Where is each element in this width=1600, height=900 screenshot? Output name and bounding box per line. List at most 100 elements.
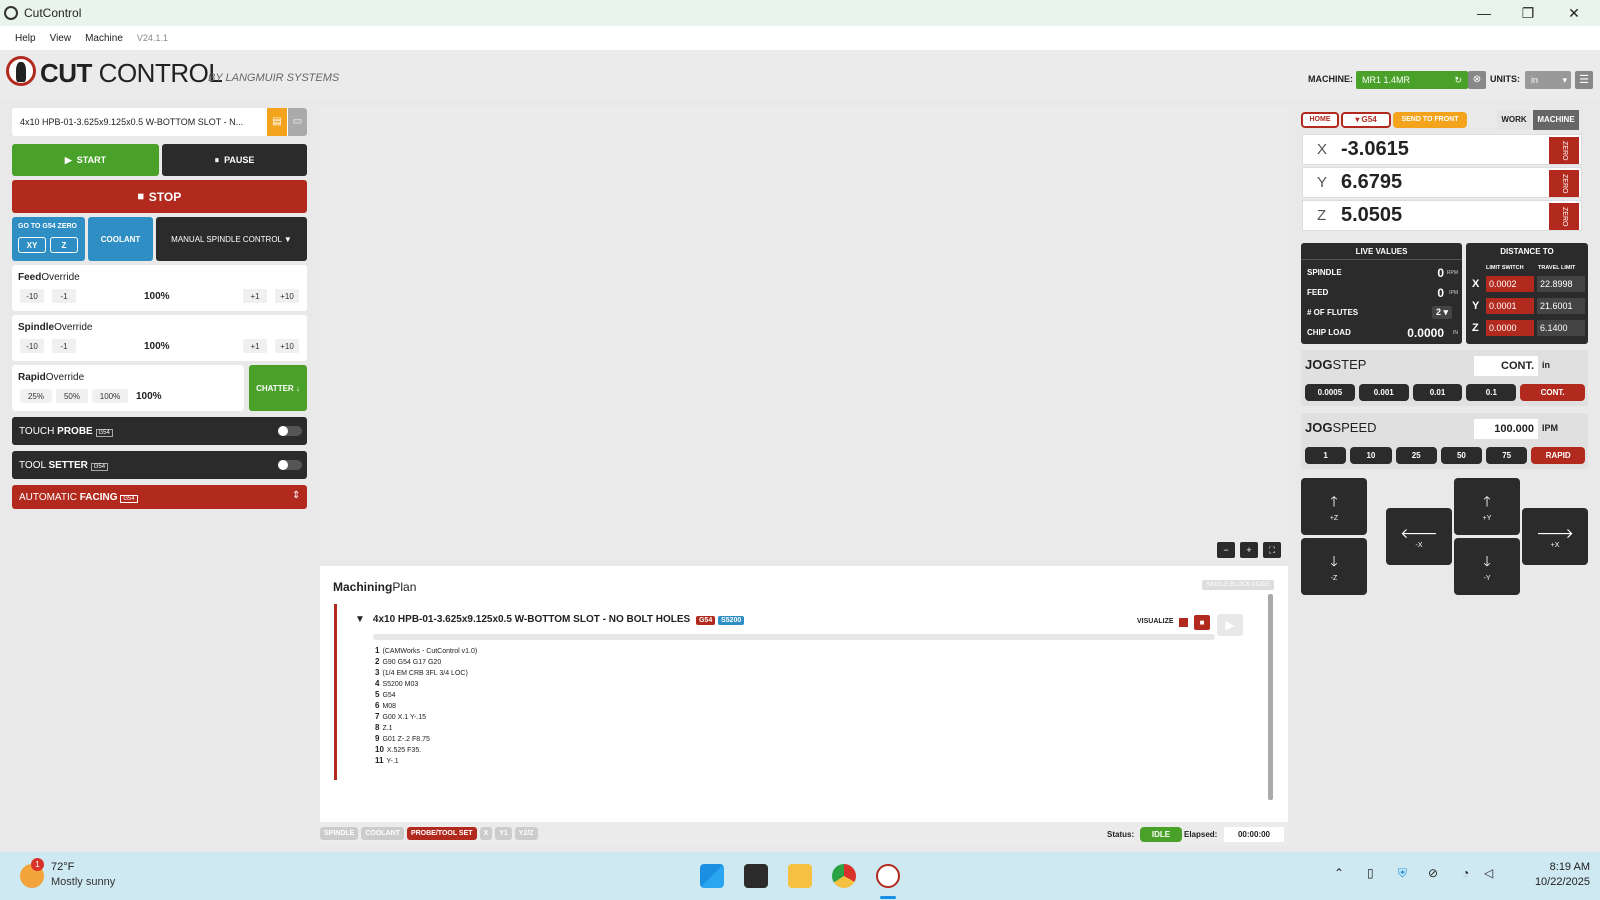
disconnect-icon[interactable]: ⊗: [1468, 71, 1486, 89]
plan-scrollbar[interactable]: [1268, 594, 1273, 800]
gcode-line[interactable]: 5 G54: [375, 690, 1210, 701]
machine-select[interactable]: MR1 1.4MR ↻: [1356, 71, 1468, 89]
gcode-line[interactable]: 7 G00 X.1 Y-.15: [375, 712, 1210, 723]
jog-speed-10[interactable]: 10: [1350, 447, 1392, 464]
status-tab-spindle[interactable]: SPINDLE: [320, 827, 359, 840]
start-menu-icon[interactable]: [700, 864, 724, 888]
manual-spindle-button[interactable]: MANUAL SPINDLE CONTROL ▼: [156, 217, 307, 261]
gcode-line[interactable]: 8 Z.1: [375, 723, 1210, 734]
zoom-out-icon[interactable]: −: [1217, 542, 1235, 558]
run-block-icon[interactable]: ▶: [1217, 614, 1243, 636]
jog-x-minus-button[interactable]: 🡐 -X: [1386, 508, 1452, 565]
jog-step-cont-[interactable]: CONT.: [1520, 384, 1585, 401]
send-to-front-button[interactable]: SEND TO FRONT: [1393, 112, 1467, 128]
wcs-select[interactable]: ▾ G54: [1341, 112, 1391, 128]
gcode-line[interactable]: 6 M08: [375, 701, 1210, 712]
tool-setter-toggle[interactable]: [278, 460, 302, 470]
rapid-50-button[interactable]: 50%: [56, 389, 88, 403]
refresh-icon[interactable]: ↻: [1454, 71, 1462, 89]
spindle-plus10-button[interactable]: +10: [275, 339, 299, 353]
rapid-100-button[interactable]: 100%: [92, 389, 128, 403]
3d-viewport[interactable]: [320, 106, 1288, 560]
auto-facing-row[interactable]: AUTOMATIC FACING G54 ⇕: [12, 485, 307, 509]
cutcontrol-taskbar-icon[interactable]: [876, 864, 900, 888]
delete-icon[interactable]: ■: [1194, 615, 1210, 630]
jog-z-minus-button[interactable]: 🡓 -Z: [1301, 538, 1367, 595]
touch-probe-toggle[interactable]: [278, 426, 302, 436]
units-select[interactable]: in ▾: [1525, 71, 1571, 89]
file-explorer-icon[interactable]: [788, 864, 812, 888]
folder-icon[interactable]: ▭: [288, 108, 307, 136]
gcode-line[interactable]: 10 X.525 F35.: [375, 745, 1210, 756]
minimize-button[interactable]: —: [1462, 0, 1506, 26]
program-header[interactable]: ▼ 4x10 HPB-01-3.625x9.125x0.5 W-BOTTOM SL…: [355, 614, 745, 625]
feed-minus10-button[interactable]: -10: [20, 289, 44, 303]
menu-machine[interactable]: Machine: [85, 33, 123, 44]
jog-y-minus-button[interactable]: 🡓 -Y: [1454, 538, 1520, 595]
network-off-icon[interactable]: ⊘: [1428, 866, 1438, 880]
zoom-in-icon[interactable]: +: [1240, 542, 1258, 558]
jog-y-plus-button[interactable]: 🡑 +Y: [1454, 478, 1520, 535]
gcode-line[interactable]: 11 Y-.1: [375, 756, 1210, 767]
jog-step-0-1[interactable]: 0.1: [1466, 384, 1517, 401]
status-tab-y1[interactable]: Y1: [495, 827, 512, 840]
tool-setter-row[interactable]: TOOL SETTER G54: [12, 451, 307, 479]
touch-probe-row[interactable]: TOUCH PROBE G54: [12, 417, 307, 445]
gcode-line[interactable]: 4 S5200 M03: [375, 679, 1210, 690]
gcode-line[interactable]: 9 G01 Z-.2 F8.75: [375, 734, 1210, 745]
jog-step-0-001[interactable]: 0.001: [1358, 384, 1409, 401]
chevron-up-icon[interactable]: ⌃: [1334, 866, 1344, 880]
goto-xy-button[interactable]: XY: [18, 237, 46, 253]
open-file-icon[interactable]: ▤: [267, 108, 287, 136]
hamburger-menu-icon[interactable]: ☰: [1575, 71, 1593, 89]
zero-y-button[interactable]: ZERO: [1549, 170, 1579, 197]
zero-z-button[interactable]: ZERO: [1549, 203, 1579, 230]
machine-coords-tab[interactable]: MACHINE: [1533, 110, 1579, 130]
fit-view-icon[interactable]: ⛶: [1263, 542, 1281, 558]
jog-step-0-0005[interactable]: 0.0005: [1305, 384, 1355, 401]
visualize-checkbox[interactable]: [1179, 618, 1188, 627]
jog-step-value[interactable]: CONT.: [1474, 356, 1538, 376]
jog-step-0-01[interactable]: 0.01: [1412, 384, 1463, 401]
feed-plus10-button[interactable]: +10: [275, 289, 299, 303]
menu-view[interactable]: View: [50, 33, 72, 44]
jog-z-plus-button[interactable]: 🡑 +Z: [1301, 478, 1367, 535]
menu-help[interactable]: Help: [15, 33, 36, 44]
gcode-line[interactable]: 3 (1/4 EM CRB 3FL 3/4 LOC): [375, 668, 1210, 679]
home-button[interactable]: HOME: [1301, 112, 1339, 128]
start-button[interactable]: ▶ START: [12, 144, 159, 176]
close-button[interactable]: ✕: [1552, 0, 1596, 26]
goto-z-button[interactable]: Z: [50, 237, 78, 253]
flutes-select[interactable]: 2 ▾: [1431, 306, 1452, 319]
wifi-icon[interactable]: ◔: [1462, 866, 1469, 880]
pause-button[interactable]: ⏸ PAUSE: [162, 144, 307, 176]
usb-icon[interactable]: ▯: [1367, 866, 1374, 880]
expand-icon[interactable]: ⇕: [292, 490, 300, 501]
jog-speed-50[interactable]: 50: [1440, 447, 1483, 464]
work-coords-tab[interactable]: WORK: [1497, 110, 1531, 130]
status-tab-coolant[interactable]: COOLANT: [361, 827, 404, 840]
jog-speed-25[interactable]: 25: [1395, 447, 1437, 464]
spindle-minus1-button[interactable]: -1: [52, 339, 76, 353]
gcode-line[interactable]: 12X.1: [375, 767, 1210, 768]
feed-minus1-button[interactable]: -1: [52, 289, 76, 303]
feed-plus1-button[interactable]: +1: [243, 289, 267, 303]
task-view-icon[interactable]: [744, 864, 768, 888]
spindle-plus1-button[interactable]: +1: [243, 339, 267, 353]
jog-speed-75[interactable]: 75: [1486, 447, 1528, 464]
rapid-25-button[interactable]: 25%: [20, 389, 52, 403]
stop-button[interactable]: ⏹ STOP: [12, 180, 307, 213]
coolant-button[interactable]: COOLANT: [88, 217, 153, 261]
status-tab-y2-z[interactable]: Y2/Z: [514, 827, 538, 840]
gcode-line[interactable]: 2 G90 G54 G17 G20: [375, 657, 1210, 668]
jog-x-plus-button[interactable]: 🡒 +X: [1522, 508, 1588, 565]
status-tab-x[interactable]: X: [479, 827, 493, 840]
gcode-line[interactable]: 1 (CAMWorks - CutControl v1.0): [375, 646, 1210, 657]
restore-button[interactable]: ❐: [1506, 0, 1550, 26]
jog-speed-value[interactable]: 100.000: [1474, 419, 1538, 439]
security-icon[interactable]: ⛨: [1398, 866, 1407, 881]
chatter-button[interactable]: CHATTER ↓: [249, 365, 307, 411]
volume-icon[interactable]: ◁: [1484, 866, 1493, 880]
single-block-button[interactable]: SINGLE BLOCK MODE: [1202, 580, 1274, 590]
chrome-icon[interactable]: [832, 864, 856, 888]
